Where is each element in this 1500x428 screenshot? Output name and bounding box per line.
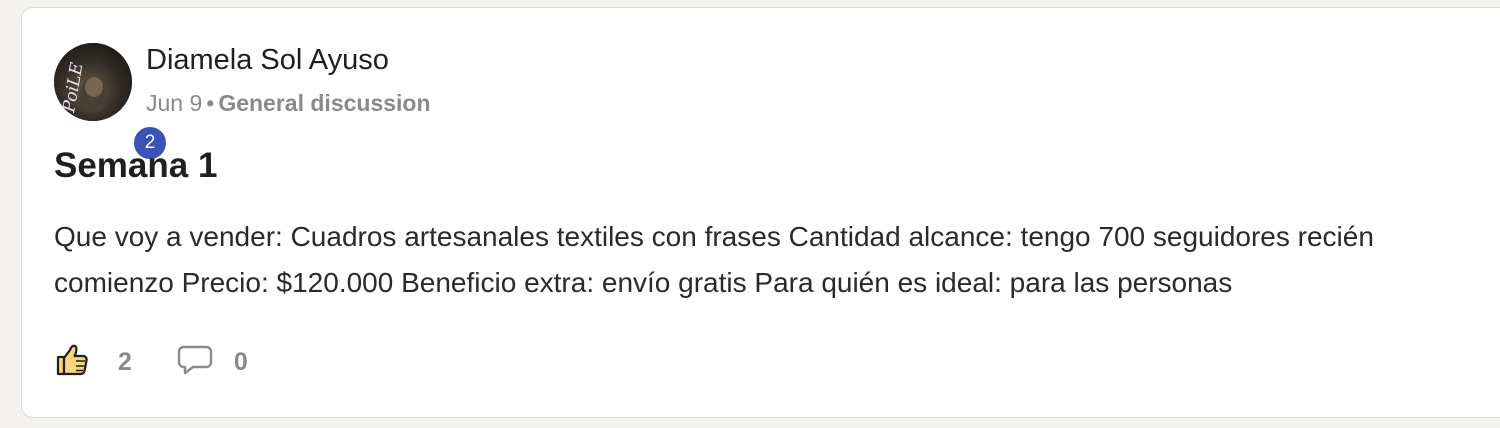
meta-separator: • <box>206 90 215 116</box>
post-actions: 2 0 <box>54 342 248 382</box>
speech-bubble-icon <box>176 342 214 383</box>
post-body[interactable]: Que voy a vender: Cuadros artesanales te… <box>54 214 1464 306</box>
post-category[interactable]: General discussion <box>218 90 430 116</box>
avatar-image: PoiLE <box>54 43 132 121</box>
author-name[interactable]: Diamela Sol Ayuso <box>146 44 389 77</box>
thumbs-up-icon <box>54 342 90 383</box>
like-button[interactable]: 2 <box>54 342 132 383</box>
post-date[interactable]: Jun 9 <box>146 90 202 116</box>
post-card[interactable]: PoiLE 2 Diamela Sol Ayuso Jun 9 • General … <box>21 7 1500 418</box>
like-count: 2 <box>118 347 132 376</box>
post-meta: Jun 9 • General discussion <box>146 90 431 117</box>
comment-count: 0 <box>233 347 248 376</box>
author-avatar[interactable]: PoiLE 2 <box>54 43 168 161</box>
comment-button[interactable]: 0 <box>176 342 248 383</box>
post-title[interactable]: Semana 1 <box>54 146 217 186</box>
